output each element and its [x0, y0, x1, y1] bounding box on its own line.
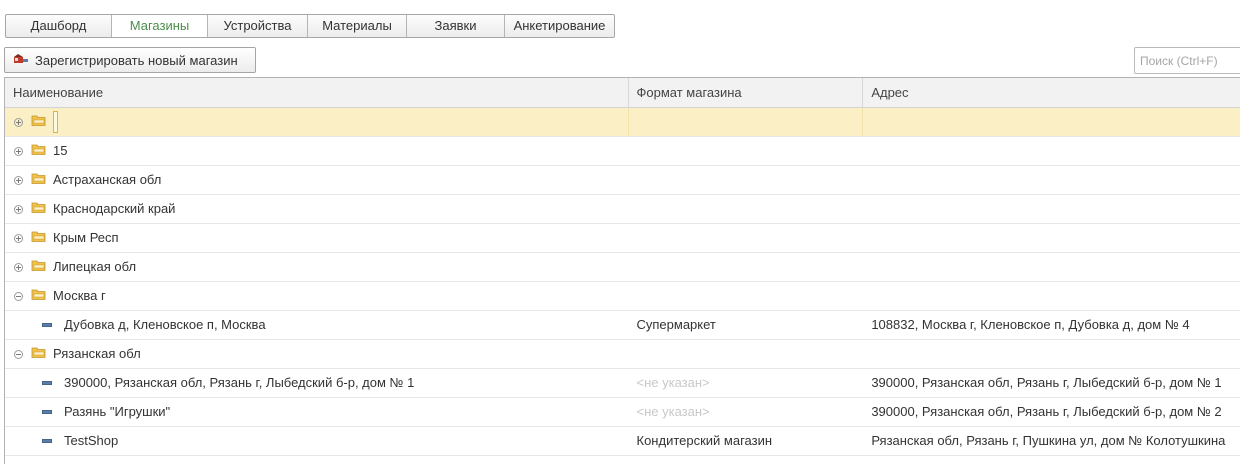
row-name-text: Краснодарский край [53, 201, 176, 216]
expand-plus-icon[interactable] [14, 204, 23, 214]
row-name-text: Дубовка д, Кленовское п, Москва [64, 317, 266, 332]
folder-icon [31, 166, 47, 194]
cell-name: Рязанская обл [5, 340, 629, 368]
expand-plus-icon[interactable] [14, 146, 23, 156]
group-row[interactable]: Крым Респ [5, 224, 1240, 253]
row-name-text: 15 [53, 143, 68, 158]
cell-format [629, 224, 864, 252]
row-name-text: 390000, Рязанская обл, Рязань г, Лыбедск… [64, 375, 415, 390]
row-name-text: Рязанская обл [53, 346, 141, 361]
tab-surveys[interactable]: Анкетирование [505, 15, 614, 37]
table-body: 15 Астраханская обл Краснодарский край Крым… [5, 108, 1240, 456]
cell-address: 390000, Рязанская обл, Рязань г, Лыбедск… [871, 375, 1222, 390]
cell-format [629, 108, 864, 136]
catalog-item-icon [42, 323, 52, 327]
table-header: Наименование Формат магазина Адрес [5, 78, 1240, 108]
row-name-text: Астраханская обл [53, 172, 162, 187]
row-name-text: Москва г [53, 288, 106, 303]
table-row[interactable]: TestShop Кондитерский магазин Рязанская об… [5, 427, 1240, 456]
column-header-address[interactable]: Адрес [863, 78, 1240, 107]
cell-name: 15 [5, 137, 629, 165]
cell-address [863, 166, 1240, 194]
folder-icon [31, 195, 47, 223]
tab-materials[interactable]: Материалы [308, 15, 407, 37]
cell-address [863, 253, 1240, 281]
register-store-button[interactable]: Зарегистрировать новый магазин [4, 47, 256, 73]
catalog-item-icon [42, 439, 52, 443]
expand-plus-icon[interactable] [14, 117, 23, 127]
cell-address [863, 340, 1240, 368]
inline-edit-field[interactable] [53, 111, 58, 133]
cell-name: 390000, Рязанская обл, Рязань г, Лыбедск… [5, 369, 629, 397]
tab-stores[interactable]: Магазины [112, 15, 208, 37]
folder-icon [31, 340, 47, 368]
cell-format [629, 282, 864, 310]
stores-table: Наименование Формат магазина Адрес 15 Аст… [4, 77, 1240, 464]
cell-format: <не указан> [636, 375, 710, 390]
cell-format: Кондитерский магазин [636, 433, 773, 448]
cell-format [629, 137, 864, 165]
cell-address: 390000, Рязанская обл, Рязань г, Лыбедск… [871, 404, 1222, 419]
cell-format: Супермаркет [636, 317, 716, 332]
folder-icon [31, 282, 47, 310]
table-row[interactable]: 390000, Рязанская обл, Рязань г, Лыбедск… [5, 369, 1240, 398]
cell-address [863, 108, 1240, 136]
tab-dashboard[interactable]: Дашборд [6, 15, 112, 37]
group-row[interactable]: Москва г [5, 282, 1240, 311]
group-row[interactable] [5, 108, 1240, 137]
cell-address [863, 282, 1240, 310]
expand-plus-icon[interactable] [14, 233, 23, 243]
cell-address [863, 224, 1240, 252]
shop-register-icon [13, 53, 29, 68]
cell-format [629, 166, 864, 194]
folder-icon [31, 137, 47, 165]
column-header-format[interactable]: Формат магазина [629, 78, 864, 107]
catalog-item-icon [42, 410, 52, 414]
cell-format [629, 195, 864, 223]
register-store-label: Зарегистрировать новый магазин [35, 52, 238, 68]
expand-plus-icon[interactable] [14, 175, 23, 185]
folder-icon [31, 224, 47, 252]
group-row[interactable]: Краснодарский край [5, 195, 1240, 224]
row-name-text: TestShop [64, 433, 119, 448]
cell-name: Дубовка д, Кленовское п, Москва [5, 311, 629, 339]
collapse-minus-icon[interactable] [14, 291, 23, 301]
group-row[interactable]: Липецкая обл [5, 253, 1240, 282]
table-row[interactable]: Дубовка д, Кленовское п, Москва Супермарк… [5, 311, 1240, 340]
cell-address: Рязанская обл, Рязань г, Пушкина ул, дом… [871, 433, 1226, 448]
folder-icon [31, 253, 47, 281]
cell-format: <не указан> [636, 404, 710, 419]
section-tabs: Дашборд Магазины Устройства Материалы За… [5, 14, 615, 38]
cell-address: 108832, Москва г, Кленовское п, Дубовка … [871, 317, 1190, 332]
group-row[interactable]: Рязанская обл [5, 340, 1240, 369]
cell-name: Липецкая обл [5, 253, 629, 281]
cell-address [863, 137, 1240, 165]
cell-name: Крым Респ [5, 224, 629, 252]
folder-icon [31, 108, 47, 136]
row-name-text: Крым Респ [53, 230, 119, 245]
tab-requests[interactable]: Заявки [407, 15, 505, 37]
table-row[interactable]: Разянь "Игрушки" <не указан> 390000, Рязан… [5, 398, 1240, 427]
column-header-name[interactable]: Наименование [5, 78, 629, 107]
search-input[interactable] [1134, 47, 1240, 74]
cell-format [629, 253, 864, 281]
catalog-item-icon [42, 381, 52, 385]
expand-plus-icon[interactable] [14, 262, 23, 272]
cell-address [863, 195, 1240, 223]
tab-devices[interactable]: Устройства [208, 15, 308, 37]
cell-name: TestShop [5, 427, 629, 455]
group-row[interactable]: Астраханская обл [5, 166, 1240, 195]
cell-name: Разянь "Игрушки" [5, 398, 629, 426]
collapse-minus-icon[interactable] [14, 349, 23, 359]
cell-name [5, 108, 629, 136]
row-name-text: Разянь "Игрушки" [64, 404, 171, 419]
group-row[interactable]: 15 [5, 137, 1240, 166]
cell-name: Астраханская обл [5, 166, 629, 194]
cell-name: Краснодарский край [5, 195, 629, 223]
row-name-text: Липецкая обл [53, 259, 137, 274]
cell-name: Москва г [5, 282, 629, 310]
cell-format [629, 340, 864, 368]
